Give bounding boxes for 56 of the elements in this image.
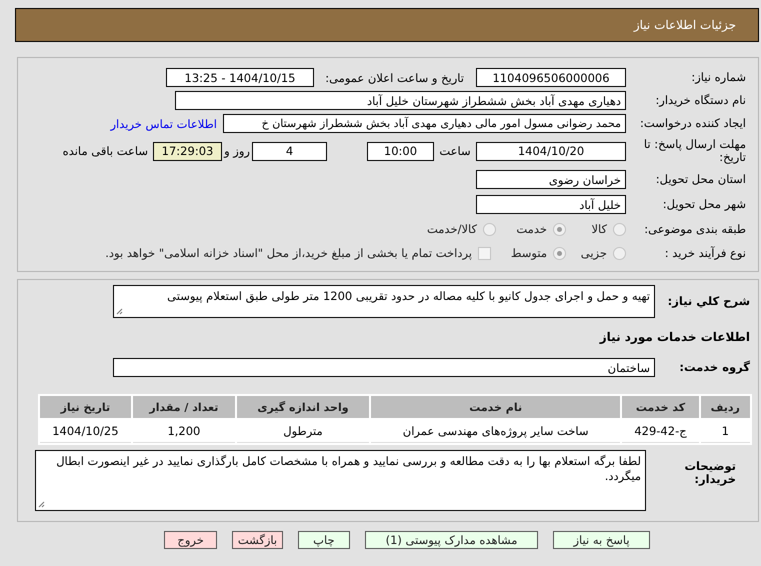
resize-grip-icon[interactable]	[116, 308, 123, 315]
column-header: ردیف	[700, 396, 750, 418]
deadline-date-field: 1404/10/20	[476, 142, 626, 160]
column-header: تاریخ نیاز	[40, 396, 131, 418]
column-header: تعداد / مقدار	[132, 396, 236, 418]
field-label: تاریخ و ساعت اعلان عمومی:	[324, 70, 464, 84]
field-label: شرح کلي نياز:	[666, 295, 750, 308]
action-button[interactable]: خروج	[164, 531, 217, 549]
province-field: خراسان رضوی	[476, 170, 626, 189]
radio-button[interactable]	[553, 222, 566, 236]
resize-grip-icon[interactable]	[38, 501, 45, 508]
service-group-field: ساختمان	[113, 358, 655, 377]
action-button[interactable]: پاسخ به نیاز	[553, 531, 650, 549]
payment-note: پرداخت تمام یا بخشی از مبلغ خرید،از محل "اسناد خزانه اسلامی" خواهد بود.	[105, 246, 472, 260]
field-label: طبقه بندی موضوعی:	[643, 222, 746, 236]
remaining-label: ساعت باقی مانده	[62, 144, 148, 158]
column-header: نام خدمت	[370, 396, 620, 418]
field-label: مهلت ارسال پاسخ: تا تاریخ:	[642, 138, 746, 164]
radio-button[interactable]	[613, 246, 626, 260]
description-field: تهیه و حمل و اجرای جدول کانیو با کلیه مصاله در حدود تقریبی 1200 متر طولی طبق استعلام پیوستی	[113, 285, 655, 318]
action-button[interactable]: مشاهده مدارک پیوستی (1)	[364, 531, 538, 549]
page-title: جزئیات اطلاعات نیاز	[634, 18, 736, 32]
option-label: خدمت	[516, 222, 547, 236]
buyer-field: دهیاری مهدی آباد بخش ششطراز شهرستان خلیل آباد	[175, 91, 626, 110]
field-label: توضیحات خریدار:	[684, 458, 737, 486]
radio-button[interactable]	[613, 222, 626, 236]
field-label: شماره نیاز:	[690, 71, 746, 84]
buyer-notes-field: لطفا برگه استعلام بها را به دقت مطالعه و بررسی نمایید و همراه با مشخصات کامل بارگذاری نمایید در غیر اینصورت ابطال میگردد.	[35, 450, 646, 511]
column-header: کد خدمت	[622, 396, 699, 418]
remaining-time-field: 17:29:03	[153, 142, 222, 160]
radio-button[interactable]	[483, 222, 496, 236]
section-title: اطلاعات خدمات مورد نیاز	[600, 330, 750, 344]
buyer-contact-link[interactable]: اطلاعات تماس خریدار	[110, 116, 217, 130]
action-button[interactable]: چاپ	[298, 531, 350, 549]
column-header: واحد اندازه گیری	[237, 396, 369, 418]
announce-date-field: 1404/10/15 - 13:25	[166, 68, 314, 87]
need-number-field: 1104096506000006	[476, 68, 626, 87]
radio-button[interactable]	[553, 246, 566, 260]
field-label: نام دستگاه خریدار:	[654, 94, 746, 107]
option-label: کالا/خدمت	[426, 222, 477, 236]
field-label: نوع فرآیند خرید :	[664, 246, 746, 260]
field-label: گروه خدمت:	[678, 361, 750, 374]
option-label: جزیی	[580, 246, 607, 260]
field-label: استان محل تحویل:	[654, 173, 746, 186]
days-field: 4	[252, 142, 327, 160]
deadline-time-field: 10:00	[367, 142, 434, 160]
creator-field: محمد رضوانی مسول امور مالی دهیاری مهدی آباد بخش ششطراز شهرستان خ	[223, 114, 626, 133]
city-field: خلیل آباد	[476, 195, 626, 214]
option-label: کالا	[591, 222, 607, 236]
option-label: متوسط	[510, 246, 547, 260]
time-label: ساعت	[438, 144, 472, 158]
days-label: روز و	[222, 144, 251, 158]
action-button[interactable]: بازگشت	[232, 531, 284, 549]
checkbox[interactable]	[478, 246, 491, 260]
field-label: ایجاد کننده درخواست:	[639, 117, 746, 130]
field-label: شهر محل تحویل:	[662, 198, 746, 211]
